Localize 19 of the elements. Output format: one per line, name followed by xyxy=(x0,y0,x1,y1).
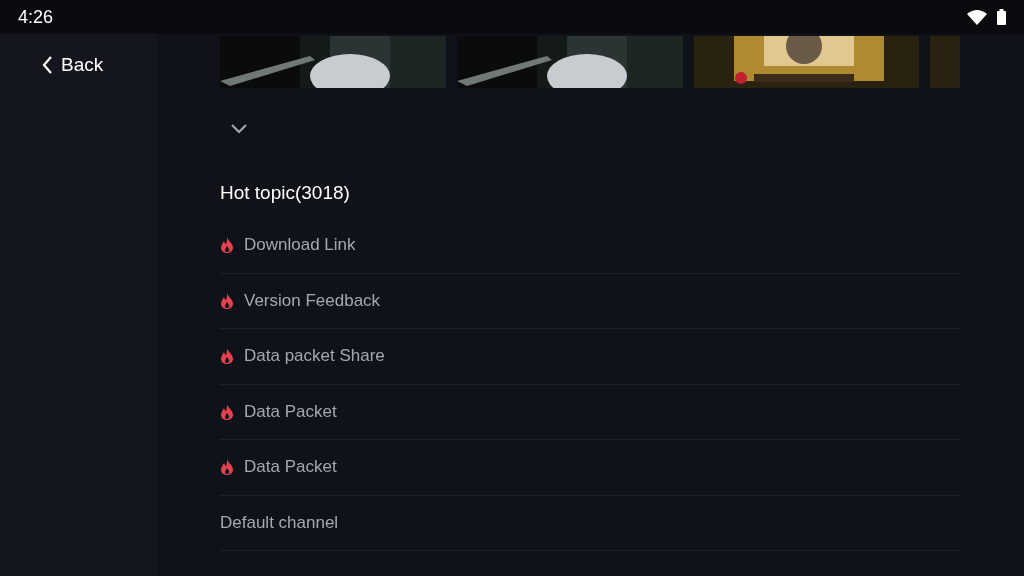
battery-icon xyxy=(997,9,1006,25)
flame-icon xyxy=(220,292,234,309)
chevron-down-icon xyxy=(230,122,248,134)
topic-row[interactable]: Data packet Share xyxy=(220,329,960,385)
topic-row[interactable]: Download Link xyxy=(220,218,960,274)
topic-row[interactable]: Default channel xyxy=(220,495,960,551)
clock-time: 4:26 xyxy=(18,6,54,28)
chevron-left-icon xyxy=(42,56,53,74)
wifi-icon xyxy=(967,9,987,25)
section-title: Hot topic(3018) xyxy=(220,182,351,204)
back-button[interactable]: Back xyxy=(0,52,104,78)
flame-icon xyxy=(220,403,234,420)
topic-row[interactable]: Data Packet xyxy=(220,384,960,440)
flame-icon xyxy=(220,459,234,476)
topic-row[interactable]: Data Packet xyxy=(220,440,960,496)
expand-button[interactable] xyxy=(230,122,248,134)
topic-row[interactable]: Version Feedback xyxy=(220,273,960,329)
flame-icon xyxy=(220,348,234,365)
flame-icon xyxy=(220,237,234,254)
